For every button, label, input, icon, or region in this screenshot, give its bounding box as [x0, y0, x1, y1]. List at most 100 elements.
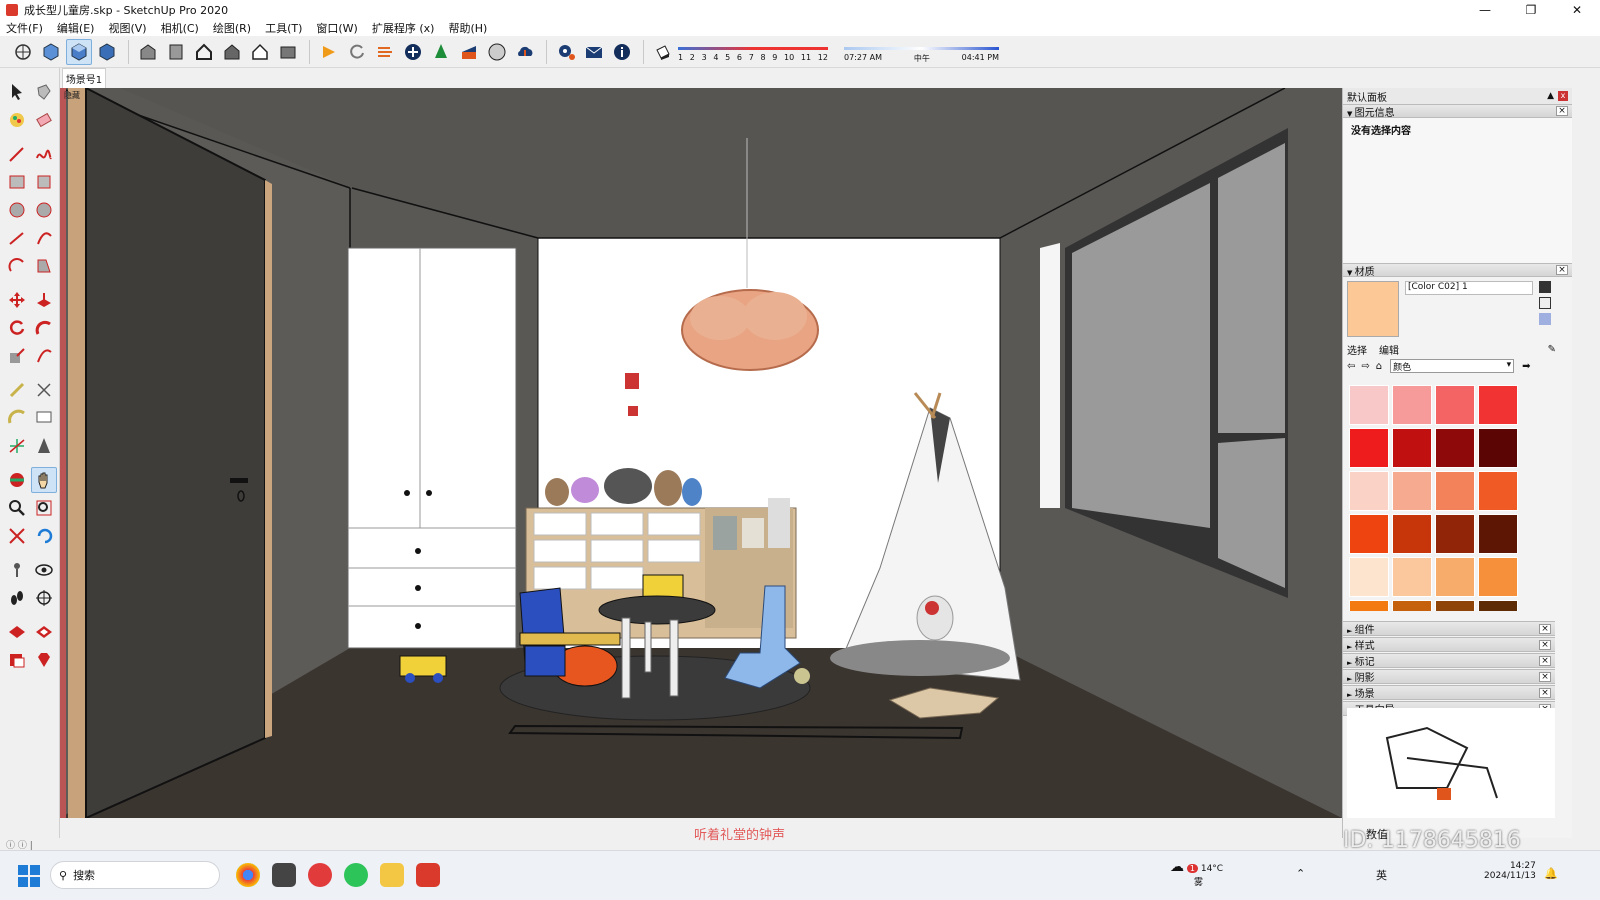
zoom-icon[interactable]	[4, 495, 30, 521]
front-view-icon[interactable]	[94, 39, 120, 65]
sample-paint-icon[interactable]: ✎	[1548, 344, 1556, 355]
wechat-icon[interactable]	[344, 863, 368, 887]
chrome-icon[interactable]	[236, 863, 260, 887]
section-plane-icon[interactable]	[32, 585, 58, 611]
ruby-gem-icon[interactable]	[32, 647, 58, 673]
color-swatch[interactable]	[1435, 385, 1475, 425]
color-swatch[interactable]	[1478, 471, 1518, 511]
info-icon[interactable]	[609, 39, 635, 65]
warehouse-tool-icon[interactable]	[4, 619, 30, 645]
weather-widget[interactable]: ☁ 1 14°C 雾	[1170, 859, 1223, 888]
layout-send-icon[interactable]	[4, 647, 30, 673]
orbit-tool-icon[interactable]	[4, 467, 29, 493]
freehand-icon[interactable]	[32, 141, 58, 167]
scene-tab-1[interactable]: 场景号1	[62, 68, 106, 88]
file-explorer-icon[interactable]	[380, 863, 404, 887]
materials-header[interactable]: 材质 ×	[1343, 263, 1572, 278]
rectangle-icon[interactable]	[4, 169, 30, 195]
offset-icon[interactable]	[32, 343, 58, 369]
back-view-icon[interactable]	[163, 39, 189, 65]
tab-select[interactable]: 选择	[1347, 342, 1367, 357]
components-panel[interactable]: 组件×	[1343, 621, 1555, 636]
material-swatch[interactable]	[1347, 281, 1399, 337]
orbit-icon[interactable]	[10, 39, 36, 65]
select-arrow-icon[interactable]	[4, 79, 30, 105]
lasso-select-icon[interactable]	[32, 79, 58, 105]
3d-text-icon[interactable]	[32, 433, 58, 459]
chart-icon[interactable]	[456, 39, 482, 65]
menu-tools[interactable]: 工具(T)	[265, 20, 302, 36]
default-material-icon[interactable]	[1539, 313, 1551, 325]
components-close-icon[interactable]: ×	[1539, 623, 1551, 634]
sketchup-task-icon[interactable]	[416, 863, 440, 887]
calculator-icon[interactable]	[272, 863, 296, 887]
color-swatch[interactable]	[1435, 514, 1475, 554]
house-outline-icon[interactable]	[247, 39, 273, 65]
color-swatch[interactable]	[1349, 428, 1389, 468]
house-front-icon[interactable]	[219, 39, 245, 65]
pie-icon[interactable]	[32, 253, 58, 279]
eraser-icon[interactable]	[32, 107, 58, 133]
follow-me-icon[interactable]	[32, 315, 58, 341]
rotate-icon[interactable]	[4, 315, 30, 341]
tray-chevron-icon[interactable]: ⌃	[1296, 867, 1305, 880]
menu-extensions[interactable]: 扩展程序 (x)	[372, 20, 435, 36]
netease-music-icon[interactable]	[308, 863, 332, 887]
mail-icon[interactable]	[581, 39, 607, 65]
menu-file[interactable]: 文件(F)	[6, 20, 43, 36]
forward-arrow-icon[interactable]: ⇨	[1361, 361, 1369, 372]
tray-close-icon[interactable]: x	[1558, 91, 1568, 101]
cloud-upload-icon[interactable]	[512, 39, 538, 65]
tags-close-icon[interactable]: ×	[1539, 655, 1551, 666]
month-slider[interactable]: 1 2 3 4 5 6 7 8 9 10 11 12	[678, 39, 828, 65]
tags-panel[interactable]: 标记×	[1343, 653, 1555, 668]
pin-icon[interactable]: ▲	[1547, 91, 1554, 101]
checker-icon[interactable]	[484, 39, 510, 65]
tape-measure-icon[interactable]	[4, 377, 30, 403]
color-swatch[interactable]	[1435, 428, 1475, 468]
zoom-extents-icon[interactable]	[4, 523, 30, 549]
menu-draw[interactable]: 绘图(R)	[213, 20, 251, 36]
color-swatch[interactable]	[1349, 514, 1389, 554]
menu-edit[interactable]: 编辑(E)	[57, 20, 95, 36]
model-viewport[interactable]: 隐藏	[60, 88, 1342, 818]
line-pencil-icon[interactable]	[4, 141, 30, 167]
walk-icon[interactable]	[4, 585, 30, 611]
color-swatch[interactable]	[1392, 557, 1432, 597]
material-name-field[interactable]: [Color C02] 1	[1405, 281, 1533, 295]
material-display-icon[interactable]	[1539, 281, 1551, 293]
notification-bell-icon[interactable]: 🔔	[1544, 867, 1558, 880]
settings-gear-icon[interactable]	[553, 39, 579, 65]
materials-close-icon[interactable]: ×	[1556, 265, 1568, 275]
home-library-icon[interactable]: ⌂	[1376, 361, 1382, 372]
protractor-icon[interactable]	[4, 405, 30, 431]
menu-help[interactable]: 帮助(H)	[448, 20, 487, 36]
library-select[interactable]: 颜色 ▾	[1390, 359, 1515, 373]
tab-edit[interactable]: 编辑	[1379, 342, 1399, 357]
color-swatch[interactable]	[1435, 557, 1475, 597]
position-camera-icon[interactable]	[4, 557, 30, 583]
top-view-icon[interactable]	[66, 38, 92, 65]
zoom-window-icon[interactable]	[32, 495, 58, 521]
rotated-rectangle-icon[interactable]	[32, 169, 58, 195]
move-icon[interactable]	[4, 287, 30, 313]
maximize-icon[interactable]: ❐	[1508, 0, 1554, 20]
section-box-icon[interactable]	[275, 39, 301, 65]
warehouse-icon[interactable]	[135, 39, 161, 65]
shadows-close-icon[interactable]: ×	[1539, 671, 1551, 682]
shadows-panel[interactable]: 阴影×	[1343, 669, 1555, 684]
three-point-arc-icon[interactable]	[4, 253, 30, 279]
color-swatch[interactable]	[1349, 385, 1389, 425]
paint-bucket-icon[interactable]	[4, 107, 30, 133]
styles-close-icon[interactable]: ×	[1539, 639, 1551, 650]
ime-indicator[interactable]: 英	[1376, 867, 1387, 883]
extension-logo-icon[interactable]	[316, 39, 342, 65]
color-swatch[interactable]	[1435, 600, 1475, 611]
color-swatch[interactable]	[1349, 557, 1389, 597]
menu-window[interactable]: 窗口(W)	[316, 20, 357, 36]
shadows-toggle-icon[interactable]	[650, 39, 676, 65]
color-swatch[interactable]	[1478, 600, 1518, 611]
scale-icon[interactable]	[4, 343, 30, 369]
color-swatch[interactable]	[1478, 557, 1518, 597]
push-pull-icon[interactable]	[32, 287, 58, 313]
